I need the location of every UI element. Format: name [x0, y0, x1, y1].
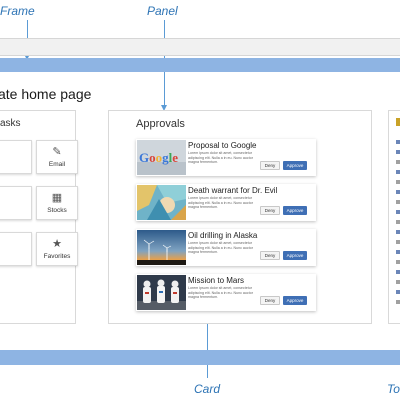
wireframe-diagram: Frame Panel Card To ate home page asks ✎…	[0, 0, 400, 400]
approval-card[interactable]: Death warrant for Dr. Evil Lorem ipsum d…	[136, 184, 316, 221]
wind-turbines-sunset-thumbnail	[137, 230, 186, 265]
frame-annotation: Frame	[0, 4, 35, 18]
panel-annotation: Panel	[147, 4, 178, 18]
pencil-icon: ✎	[52, 146, 62, 158]
list-item[interactable]	[396, 290, 400, 294]
list-item[interactable]	[396, 160, 400, 164]
tile-partial-3[interactable]	[0, 232, 32, 266]
tile-label: Stocks	[47, 207, 67, 214]
approvals-panel-title: Approvals	[136, 118, 185, 130]
third-panel-title-mark	[396, 118, 400, 126]
card-body-text: Lorem ipsum dolor sit amet, consectetur …	[188, 151, 253, 164]
deny-button[interactable]: Deny	[260, 251, 280, 260]
approval-card[interactable]: Oil drilling in Alaska Lorem ipsum dolor…	[136, 229, 316, 266]
third-annotation: To	[387, 382, 400, 396]
page-title: ate home page	[0, 86, 92, 102]
card-title: Proposal to Google	[188, 141, 257, 150]
list-item[interactable]	[396, 230, 400, 234]
svg-text:Google: Google	[139, 150, 178, 165]
approval-card[interactable]: Google Proposal to Google Lorem ipsum do…	[136, 139, 316, 176]
table-icon: ▦	[51, 192, 63, 204]
tasks-panel-title: asks	[0, 118, 21, 129]
card-body-text: Lorem ipsum dolor sit amet, consectetur …	[188, 241, 253, 254]
list-item[interactable]	[396, 250, 400, 254]
astronauts-thumbnail	[137, 275, 186, 310]
list-item[interactable]	[396, 140, 400, 144]
list-item[interactable]	[396, 150, 400, 154]
list-item[interactable]	[396, 300, 400, 304]
approve-button[interactable]: Approve	[283, 206, 307, 215]
approve-button[interactable]: Approve	[283, 161, 307, 170]
approval-card[interactable]: Mission to Mars Lorem ipsum dolor sit am…	[136, 274, 316, 311]
list-item[interactable]	[396, 270, 400, 274]
header-bar	[0, 58, 400, 72]
deny-button[interactable]: Deny	[260, 296, 280, 305]
list-item[interactable]	[396, 220, 400, 224]
star-icon: ★	[52, 238, 62, 250]
list-item[interactable]	[396, 200, 400, 204]
tile-partial-1[interactable]	[0, 140, 32, 174]
tile-label: Favorites	[43, 253, 71, 260]
card-title: Mission to Mars	[188, 276, 245, 285]
tile-favorites[interactable]: ★ Favorites	[36, 232, 78, 266]
card-body-text: Lorem ipsum dolor sit amet, consectetur …	[188, 286, 253, 299]
card-body-text: Lorem ipsum dolor sit amet, consectetur …	[188, 196, 253, 209]
list-item[interactable]	[396, 240, 400, 244]
browser-chrome	[0, 38, 400, 56]
tile-email[interactable]: ✎ Email	[36, 140, 78, 174]
approve-button[interactable]: Approve	[283, 296, 307, 305]
list-item[interactable]	[396, 210, 400, 214]
footer-bar	[0, 350, 400, 365]
list-item[interactable]	[396, 170, 400, 174]
list-item[interactable]	[396, 190, 400, 194]
deny-button[interactable]: Deny	[260, 206, 280, 215]
tile-partial-2[interactable]	[0, 186, 32, 220]
card-title: Death warrant for Dr. Evil	[188, 186, 278, 195]
deny-button[interactable]: Deny	[260, 161, 280, 170]
card-annotation: Card	[194, 382, 221, 396]
card-title: Oil drilling in Alaska	[188, 231, 258, 240]
list-item[interactable]	[396, 280, 400, 284]
tile-label: Email	[48, 161, 66, 168]
colorful-mural-thumbnail	[137, 185, 186, 220]
google-logo-thumbnail: Google	[137, 140, 186, 175]
list-item[interactable]	[396, 180, 400, 184]
list-item[interactable]	[396, 260, 400, 264]
tile-stocks[interactable]: ▦ Stocks	[36, 186, 78, 220]
approve-button[interactable]: Approve	[283, 251, 307, 260]
